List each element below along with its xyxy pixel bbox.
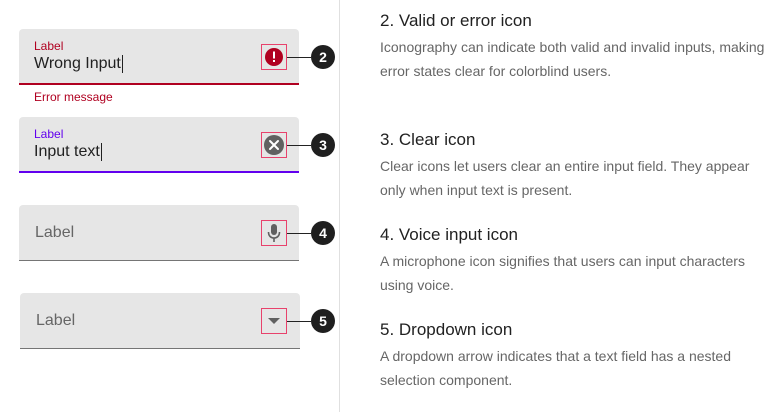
section-title: 3. Clear icon — [380, 130, 476, 149]
dropdown-icon-highlight[interactable] — [261, 308, 287, 334]
text-cursor — [121, 55, 123, 73]
dropdown-arrow-icon[interactable] — [267, 317, 281, 325]
underline — [19, 260, 299, 261]
underline — [20, 348, 300, 349]
connector-line — [287, 57, 311, 58]
connector-line — [287, 233, 311, 234]
examples-panel: Label Wrong Input 2 Error message Label … — [0, 0, 340, 412]
marker-3: 3 — [311, 133, 335, 157]
clear-text-field[interactable]: Label Input text — [19, 117, 299, 173]
dropdown-field-label: Label — [36, 312, 76, 329]
microphone-icon[interactable] — [266, 223, 282, 243]
error-field-value[interactable]: Wrong Input — [34, 55, 123, 73]
error-icon — [265, 48, 283, 66]
marker-4: 4 — [311, 221, 335, 245]
error-helper-text: Error message — [34, 90, 113, 104]
connector-line — [287, 145, 311, 146]
text-cursor — [100, 143, 102, 161]
clear-icon-highlight[interactable] — [261, 132, 287, 158]
voice-text-field[interactable]: Label — [19, 205, 299, 261]
clear-field-label: Label — [34, 127, 64, 141]
section-title: 5. Dropdown icon — [380, 320, 513, 339]
section-error-icon: 2. Valid or error icon Iconography can i… — [380, 10, 770, 83]
connector-line — [287, 321, 311, 322]
error-text-field[interactable]: Label Wrong Input — [19, 29, 299, 85]
section-dropdown-icon: 5. Dropdown icon A dropdown arrow indica… — [380, 319, 770, 392]
section-clear-icon: 3. Clear icon Clear icons let users clea… — [380, 129, 770, 202]
section-title: 2. Valid or error icon — [380, 11, 532, 30]
marker-5: 5 — [311, 309, 335, 333]
voice-field-label: Label — [35, 224, 75, 241]
error-icon-highlight — [261, 44, 287, 70]
dropdown-text-field[interactable]: Label — [20, 293, 300, 349]
error-underline — [19, 83, 299, 85]
section-voice-icon: 4. Voice input icon A microphone icon si… — [380, 224, 770, 297]
error-field-label: Label — [34, 39, 64, 53]
marker-2: 2 — [311, 45, 335, 69]
section-body: Clear icons let users clear an entire in… — [380, 158, 750, 198]
voice-icon-highlight[interactable] — [261, 220, 287, 246]
focus-underline — [19, 171, 299, 173]
section-body: Iconography can indicate both valid and … — [380, 39, 765, 79]
section-body: A dropdown arrow indicates that a text f… — [380, 348, 731, 388]
clear-field-value[interactable]: Input text — [34, 143, 102, 161]
clear-icon[interactable] — [263, 134, 285, 156]
section-title: 4. Voice input icon — [380, 225, 518, 244]
section-body: A microphone icon signifies that users c… — [380, 253, 745, 293]
vertical-divider — [339, 0, 340, 412]
